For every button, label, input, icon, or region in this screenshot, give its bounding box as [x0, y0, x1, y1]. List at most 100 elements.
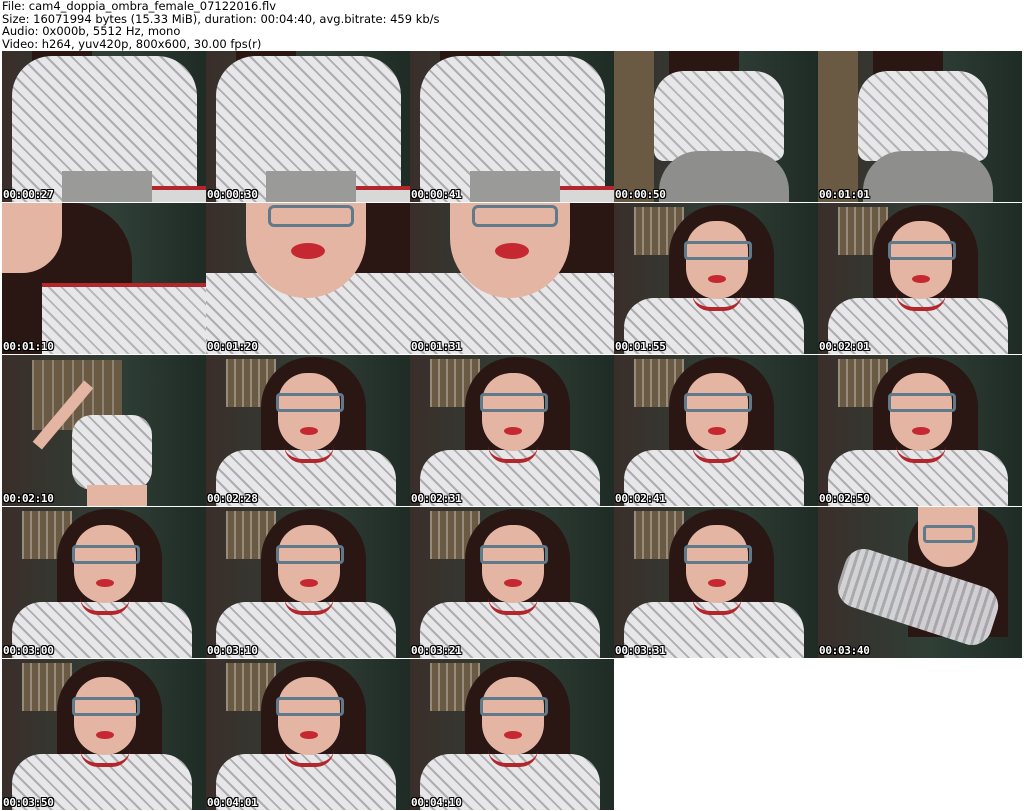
shelf — [614, 51, 654, 202]
glasses — [480, 393, 548, 412]
shelf — [818, 51, 858, 202]
face — [74, 677, 136, 755]
video-thumbnail: 00:03:50 — [2, 659, 206, 810]
timestamp-label: 00:03:40 — [819, 644, 870, 657]
timestamp-label: 00:00:30 — [207, 188, 258, 201]
timestamp-label: 00:00:27 — [3, 188, 54, 201]
glasses — [480, 697, 548, 716]
pants — [863, 151, 993, 202]
timestamp-label: 00:03:31 — [615, 644, 666, 657]
pants — [62, 171, 152, 202]
timestamp-label: 00:01:31 — [411, 340, 462, 353]
glasses — [684, 545, 752, 564]
glasses — [684, 241, 752, 260]
face — [686, 525, 748, 603]
lips — [96, 731, 114, 739]
lips — [96, 579, 114, 587]
lips — [708, 275, 726, 283]
red-stripe — [356, 186, 410, 202]
video-thumbnail: 00:04:10 — [410, 659, 614, 810]
face — [686, 373, 748, 451]
lips — [504, 427, 522, 435]
face — [278, 677, 340, 755]
lips — [708, 427, 726, 435]
file-info-header: File: cam4_doppia_ombra_female_07122016.… — [2, 0, 1002, 50]
glasses — [888, 241, 956, 260]
glasses — [480, 545, 548, 564]
file-name-line: File: cam4_doppia_ombra_female_07122016.… — [2, 0, 277, 13]
shirt — [654, 71, 784, 161]
shirt — [72, 415, 152, 490]
glasses — [276, 545, 344, 564]
glasses — [276, 393, 344, 412]
red-stripe — [152, 186, 206, 202]
timestamp-label: 00:04:10 — [411, 796, 462, 809]
glasses — [72, 697, 140, 716]
audio-info-line: Audio: 0x000b, 5512 Hz, mono — [2, 24, 181, 39]
face — [74, 525, 136, 603]
timestamp-label: 00:03:10 — [207, 644, 258, 657]
timestamp-label: 00:04:01 — [207, 796, 258, 809]
lips — [708, 579, 726, 587]
video-info-line: Video: h264, yuv420p, 800x600, 30.00 fps… — [2, 36, 262, 51]
video-thumbnail: 00:00:50 — [614, 51, 818, 202]
face — [278, 373, 340, 451]
glasses — [923, 525, 975, 543]
glasses — [888, 393, 956, 412]
timestamp-label: 00:00:50 — [615, 188, 666, 201]
timestamp-label: 00:02:41 — [615, 492, 666, 505]
video-thumbnail: 00:01:10 — [2, 203, 206, 354]
face — [890, 373, 952, 451]
video-thumbnail: 00:00:30 — [206, 51, 410, 202]
timestamp-label: 00:02:01 — [819, 340, 870, 353]
timestamp-label: 00:02:50 — [819, 492, 870, 505]
lips — [504, 579, 522, 587]
video-thumbnail: 00:04:01 — [206, 659, 410, 810]
video-thumbnail: 00:00:27 — [2, 51, 206, 202]
skin-waist — [87, 485, 147, 506]
lips — [300, 579, 318, 587]
pants — [470, 171, 560, 202]
video-thumbnail: 00:03:00 — [2, 507, 206, 658]
timestamp-label: 00:02:28 — [207, 492, 258, 505]
glasses — [472, 205, 558, 227]
face — [278, 525, 340, 603]
face — [482, 677, 544, 755]
video-thumbnail: 00:03:21 — [410, 507, 614, 658]
face — [890, 221, 952, 299]
thumbnail-grid: 00:00:27 00:00:30 00:00:41 00:00:50 00:01:01… — [2, 51, 1022, 811]
shirt — [858, 71, 988, 161]
shirt — [42, 283, 206, 354]
glasses — [72, 545, 140, 564]
video-thumbnail: 00:01:20 — [206, 203, 410, 354]
video-thumbnail: 00:02:28 — [206, 355, 410, 506]
face — [686, 221, 748, 299]
video-thumbnail: 00:02:50 — [818, 355, 1022, 506]
timestamp-label: 00:03:00 — [3, 644, 54, 657]
video-thumbnail: 00:01:55 — [614, 203, 818, 354]
video-thumbnail: 00:03:10 — [206, 507, 410, 658]
video-thumbnail: 00:02:10 — [2, 355, 206, 506]
video-thumbnail: 00:01:01 — [818, 51, 1022, 202]
video-thumbnail: 00:02:01 — [818, 203, 1022, 354]
video-thumbnail: 00:00:41 — [410, 51, 614, 202]
glasses — [276, 697, 344, 716]
pants — [659, 151, 789, 202]
timestamp-label: 00:02:10 — [3, 492, 54, 505]
timestamp-label: 00:01:55 — [615, 340, 666, 353]
timestamp-label: 00:02:31 — [411, 492, 462, 505]
timestamp-label: 00:01:10 — [3, 340, 54, 353]
face — [482, 373, 544, 451]
timestamp-label: 00:01:20 — [207, 340, 258, 353]
pants — [266, 171, 356, 202]
glasses — [268, 205, 354, 227]
timestamp-label: 00:03:21 — [411, 644, 462, 657]
video-thumbnail: 00:02:31 — [410, 355, 614, 506]
lips — [300, 427, 318, 435]
timestamp-label: 00:03:50 — [3, 796, 54, 809]
video-thumbnail: 00:02:41 — [614, 355, 818, 506]
video-thumbnail: 00:03:31 — [614, 507, 818, 658]
lips — [291, 243, 325, 259]
video-thumbnail: 00:01:31 — [410, 203, 614, 354]
lips — [912, 275, 930, 283]
